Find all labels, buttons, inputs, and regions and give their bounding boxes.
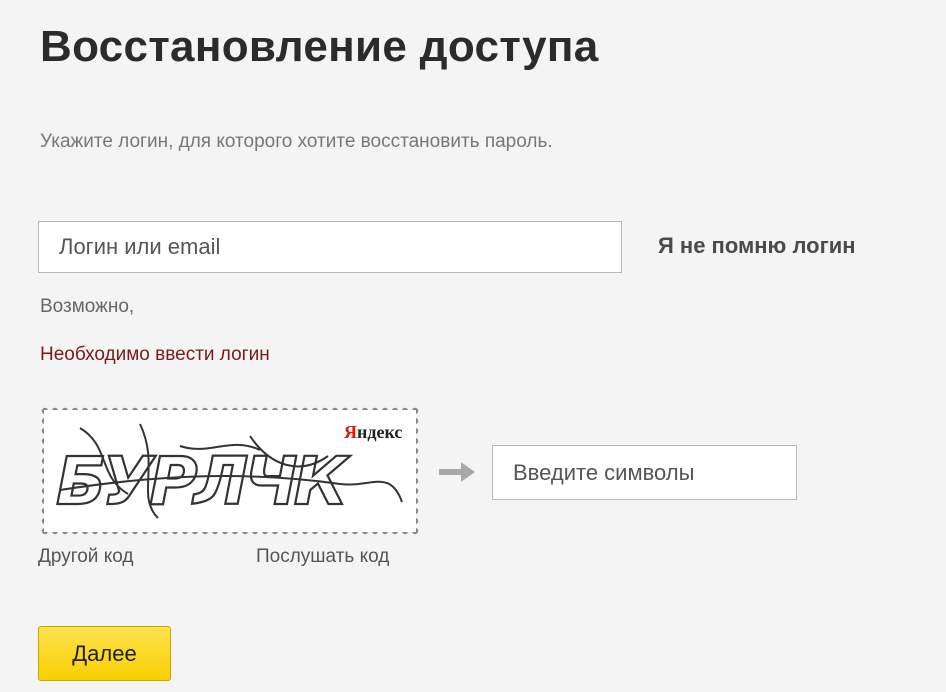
captcha-brand-first-letter: Я (344, 422, 357, 442)
arrow-right-icon (439, 462, 475, 482)
captcha-svg: Яндекс БУРЛЧК (40, 406, 420, 536)
login-input[interactable] (38, 221, 622, 273)
page-title: Восстановление доступа (40, 22, 599, 71)
captcha-brand-rest: ндекс (357, 422, 402, 442)
captcha-distorted-text: БУРЛЧК (56, 443, 351, 520)
listen-code-link[interactable]: Послушать код (256, 546, 389, 568)
captcha-brand: Яндекс (344, 422, 402, 442)
maybe-text: Возможно, (40, 296, 135, 317)
error-message: Необходимо ввести логин (40, 344, 270, 365)
captcha-image: Яндекс БУРЛЧК (40, 406, 420, 536)
instruction-text: Укажите логин, для которого хотите восст… (40, 131, 553, 152)
other-code-link[interactable]: Другой код (38, 546, 133, 568)
forgot-login-link[interactable]: Я не помню логин (658, 233, 856, 259)
next-button[interactable]: Далее (38, 626, 171, 681)
captcha-input[interactable] (492, 445, 797, 500)
